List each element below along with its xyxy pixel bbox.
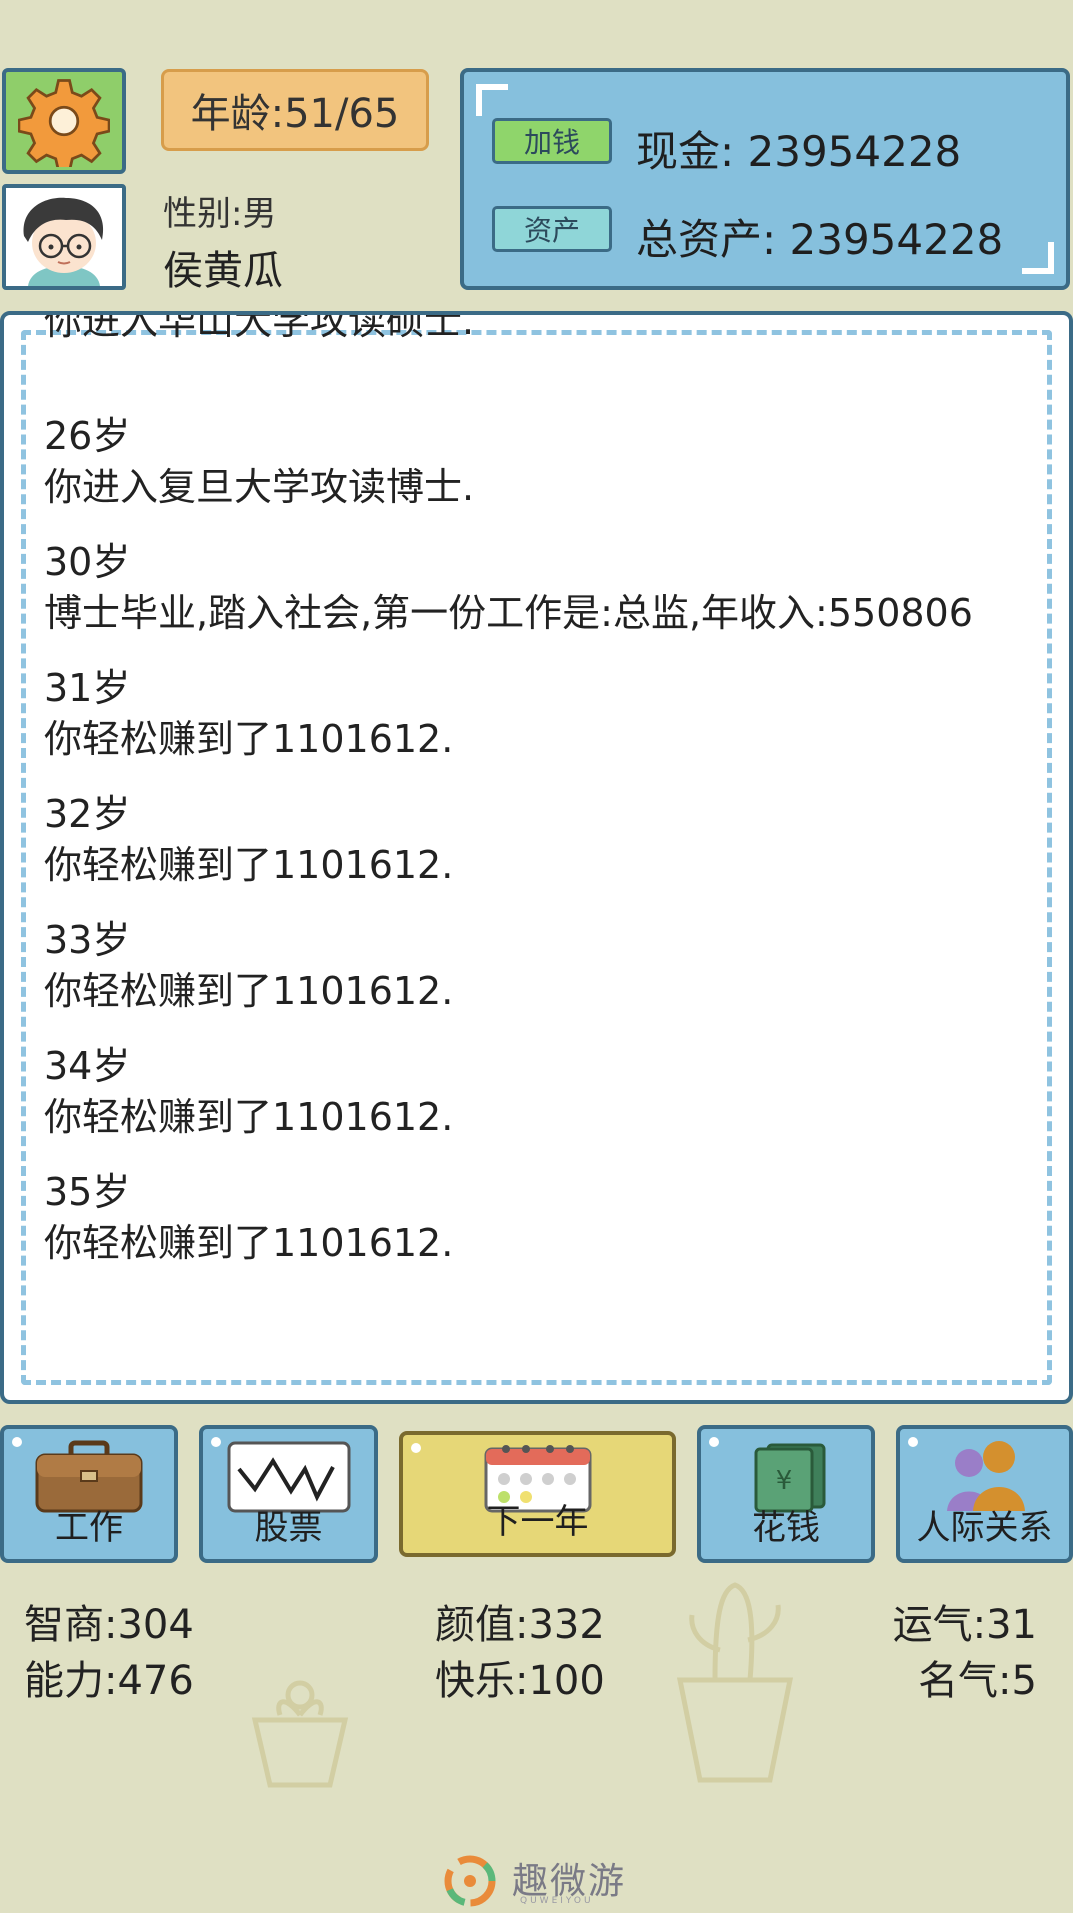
button-corner-dot (908, 1437, 918, 1447)
spend-money-label: 花钱 (752, 1508, 820, 1548)
relations-label: 人际关系 (916, 1508, 1053, 1548)
stat-happiness: 快乐:100 (435, 1658, 605, 1704)
money-panel: 加钱 现金: 23954228 资产 总资产: 23954228 (460, 68, 1070, 290)
stocks-label: 股票 (254, 1508, 323, 1548)
log-entry-age: 30岁 (44, 540, 131, 584)
stat-ability: 能力:476 (24, 1658, 194, 1704)
quweiyou-logo-icon (444, 1855, 496, 1907)
next-year-label: 下一年 (486, 1502, 589, 1542)
button-corner-dot (709, 1437, 719, 1447)
stat-luck: 运气:31 (892, 1602, 1037, 1648)
log-entry-text: 你轻松赚到了1101612. (44, 969, 454, 1013)
stat-looks: 颜值:332 (435, 1602, 605, 1648)
avatar[interactable] (2, 184, 126, 290)
total-assets-value: 总资产: 23954228 (636, 215, 1004, 264)
log-entry: 33岁 你轻松赚到了1101612. (44, 915, 1009, 1017)
log-entry: 31岁 你轻松赚到了1101612. (44, 663, 1009, 765)
log-entry: 35岁 你轻松赚到了1101612. (44, 1167, 1009, 1269)
cash-value: 现金: 23954228 (636, 127, 962, 176)
age-indicator: 年龄:51/65 (161, 69, 429, 151)
svg-text:¥: ¥ (776, 1466, 793, 1496)
log-entry-text: 你轻松赚到了1101612. (44, 843, 454, 887)
log-entry-age: 32岁 (44, 792, 131, 836)
log-entry-age: 31岁 (44, 666, 131, 710)
assets-button[interactable]: 资产 (492, 206, 612, 252)
log-entry-partial: 你进入华山大学攻读硕士. (44, 311, 475, 343)
age-text: 年龄:51/65 (190, 91, 400, 137)
log-entry: 26岁 你进入复旦大学攻读博士. (44, 411, 1009, 513)
work-button[interactable]: 工作 (0, 1425, 178, 1563)
flower-pot-doodle-icon (251, 1680, 349, 1788)
log-entry: 32岁 你轻松赚到了1101612. (44, 789, 1009, 891)
next-year-button[interactable]: 下一年 (399, 1431, 676, 1557)
gear-icon (18, 79, 110, 167)
log-entry-age: 33岁 (44, 918, 131, 962)
add-money-button[interactable]: 加钱 (492, 118, 612, 164)
boy-with-glasses-avatar-icon (6, 188, 122, 286)
stat-fame: 名气:5 (918, 1658, 1037, 1704)
stocks-button[interactable]: 股票 (199, 1425, 378, 1563)
log-list: 26岁 你进入复旦大学攻读博士. 30岁 博士毕业,踏入社会,第一份工作是:总监… (44, 411, 1009, 1293)
log-entry-text: 你轻松赚到了1101612. (44, 717, 454, 761)
log-entry-text: 你进入复旦大学攻读博士. (44, 465, 475, 509)
relations-button[interactable]: 人际关系 (896, 1425, 1073, 1563)
panel-corner-decoration (476, 84, 508, 116)
log-entry-age: 34岁 (44, 1044, 131, 1088)
log-entry-text: 博士毕业,踏入社会,第一份工作是:总监,年收入:550806 (44, 591, 973, 635)
log-entry-text: 你轻松赚到了1101612. (44, 1095, 454, 1139)
cactus-doodle-icon (676, 1582, 794, 1783)
button-corner-dot (411, 1443, 421, 1453)
log-entry-age: 35岁 (44, 1170, 131, 1214)
stat-iq: 智商:304 (24, 1602, 194, 1648)
spend-money-button[interactable]: ¥ 花钱 (697, 1425, 875, 1563)
log-entry-text: 你轻松赚到了1101612. (44, 1221, 454, 1265)
button-corner-dot (12, 1437, 22, 1447)
panel-corner-decoration (1022, 242, 1054, 274)
watermark-subtext: QUWEIYOU (520, 1896, 594, 1906)
log-entry-age: 26岁 (44, 414, 131, 458)
character-name: 侯黄瓜 (163, 248, 283, 294)
button-corner-dot (211, 1437, 221, 1447)
log-entry: 34岁 你轻松赚到了1101612. (44, 1041, 1009, 1143)
life-log-panel[interactable]: 你进入华山大学攻读硕士. 26岁 你进入复旦大学攻读博士. 30岁 博士毕业,踏… (0, 311, 1073, 1404)
gender-label: 性别:男 (163, 194, 277, 234)
settings-button[interactable] (2, 68, 126, 174)
work-label: 工作 (55, 1508, 123, 1548)
log-entry: 30岁 博士毕业,踏入社会,第一份工作是:总监,年收入:550806 (44, 537, 1009, 639)
